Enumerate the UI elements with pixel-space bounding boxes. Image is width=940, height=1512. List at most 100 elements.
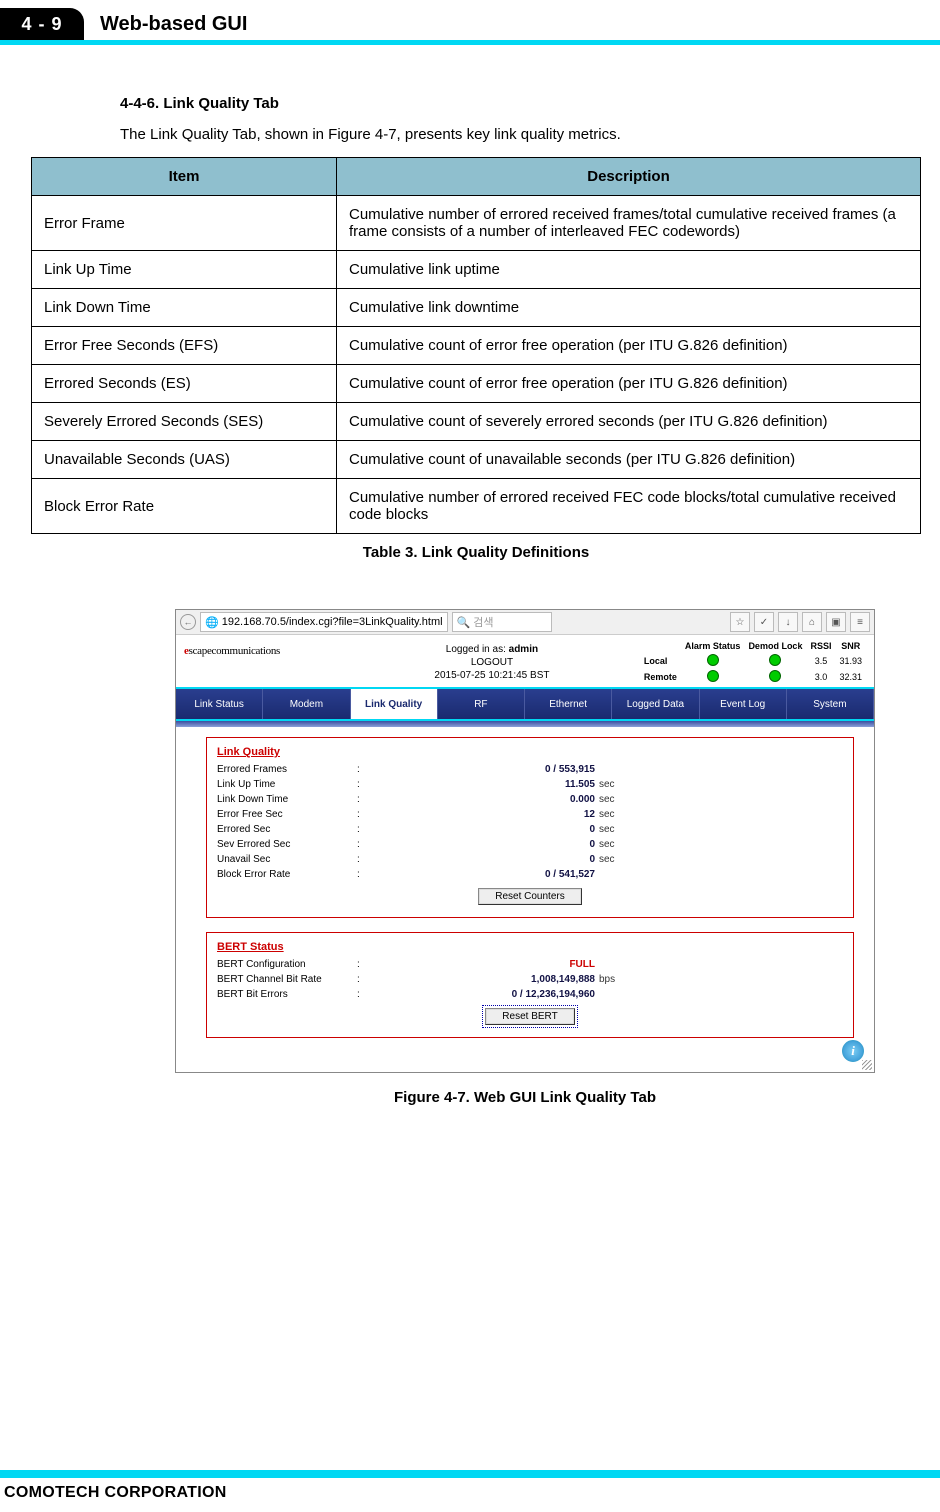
lq-lbl: Link Down Time	[217, 792, 357, 807]
lq-lbl: Link Up Time	[217, 777, 357, 792]
tabs-icon[interactable]: ▣	[826, 612, 846, 632]
star-icon[interactable]: ☆	[730, 612, 750, 632]
lq-val: 0 / 541,527	[375, 867, 595, 882]
lq-val: 12	[375, 807, 595, 822]
tab-system[interactable]: System	[787, 689, 874, 719]
figure-wrap: ← 🌐 192.168.70.5/index.cgi?file=3LinkQua…	[175, 609, 875, 1106]
reset-bert-button[interactable]: Reset BERT	[485, 1008, 574, 1025]
remote-snr: 32.31	[835, 669, 866, 685]
logged-in-label: Logged in as:	[446, 644, 506, 655]
page-footer: COMOTECH CORPORATION	[0, 1470, 940, 1512]
lq-val: 0	[375, 822, 595, 837]
table-row: Severely Errored Seconds (SES)Cumulative…	[32, 403, 921, 441]
lq-val: 0 / 553,915	[375, 762, 595, 777]
lq-unit: sec	[595, 852, 639, 867]
logo-rest: scapecommunications	[189, 645, 280, 657]
led-icon	[769, 670, 781, 682]
browser-frame: ← 🌐 192.168.70.5/index.cgi?file=3LinkQua…	[175, 609, 875, 1073]
info-icon[interactable]: i	[842, 1040, 864, 1062]
url-text: 192.168.70.5/index.cgi?file=3LinkQuality…	[222, 616, 443, 628]
bert-lbl: BERT Channel Bit Rate	[217, 972, 357, 987]
reset-counters-button[interactable]: Reset Counters	[478, 888, 581, 905]
status-col: RSSI	[806, 641, 835, 653]
footer-rule	[0, 1470, 940, 1478]
link-quality-title: Link Quality	[217, 746, 843, 758]
tab-logged-data[interactable]: Logged Data	[612, 689, 699, 719]
lq-val: 0	[375, 852, 595, 867]
def-desc: Cumulative count of error free operation…	[337, 365, 921, 403]
lq-lbl: Errored Frames	[217, 762, 357, 777]
def-item: Link Down Time	[32, 289, 337, 327]
footer-corp: COMOTECH CORPORATION	[0, 1478, 940, 1512]
def-desc: Cumulative count of unavailable seconds …	[337, 441, 921, 479]
def-item: Error Frame	[32, 196, 337, 251]
led-icon	[769, 654, 781, 666]
figure-caption: Figure 4-7. Web GUI Link Quality Tab	[175, 1089, 875, 1106]
lq-unit	[595, 867, 639, 882]
def-desc: Cumulative count of severely errored sec…	[337, 403, 921, 441]
search-bar[interactable]: 🔍 검색	[452, 612, 552, 632]
bert-val: 0 / 12,236,194,960	[375, 987, 595, 1002]
tab-link-status[interactable]: Link Status	[176, 689, 263, 719]
nav-strip: Link Status Modem Link Quality RF Ethern…	[176, 687, 874, 721]
local-snr: 31.93	[835, 653, 866, 669]
tab-ethernet[interactable]: Ethernet	[525, 689, 612, 719]
table-row: Errored Seconds (ES)Cumulative count of …	[32, 365, 921, 403]
def-item: Error Free Seconds (EFS)	[32, 327, 337, 365]
tab-link-quality[interactable]: Link Quality	[351, 689, 438, 719]
lq-lbl: Unavail Sec	[217, 852, 357, 867]
lq-val: 0.000	[375, 792, 595, 807]
lq-val: 11.505	[375, 777, 595, 792]
table-row: Link Down TimeCumulative link downtime	[32, 289, 921, 327]
timestamp: 2015-07-25 10:21:45 BST	[434, 670, 549, 681]
lq-val: 0	[375, 837, 595, 852]
th-item: Item	[32, 158, 337, 196]
logout-link[interactable]: LOGOUT	[471, 657, 513, 668]
lq-lbl: Errored Sec	[217, 822, 357, 837]
bert-unit: bps	[595, 972, 639, 987]
th-desc: Description	[337, 158, 921, 196]
page-header: 4 - 9 Web-based GUI	[0, 0, 940, 40]
def-item: Unavailable Seconds (UAS)	[32, 441, 337, 479]
globe-icon: 🌐	[205, 616, 219, 629]
status-col: Alarm Status	[681, 641, 745, 653]
url-bar[interactable]: 🌐 192.168.70.5/index.cgi?file=3LinkQuali…	[200, 612, 448, 632]
def-desc: Cumulative number of errored received fr…	[337, 196, 921, 251]
bert-unit	[595, 987, 639, 1002]
def-item: Errored Seconds (ES)	[32, 365, 337, 403]
back-icon[interactable]: ←	[180, 614, 196, 630]
lq-unit: sec	[595, 807, 639, 822]
def-desc: Cumulative number of errored received FE…	[337, 479, 921, 534]
lq-unit: sec	[595, 837, 639, 852]
bert-title: BERT Status	[217, 941, 843, 953]
lq-unit: sec	[595, 792, 639, 807]
tab-rf[interactable]: RF	[438, 689, 525, 719]
menu-icon[interactable]: ≡	[850, 612, 870, 632]
login-area: Logged in as: admin LOGOUT 2015-07-25 10…	[350, 641, 634, 682]
search-icon: 🔍	[457, 616, 471, 629]
def-item: Link Up Time	[32, 251, 337, 289]
led-icon	[707, 654, 719, 666]
resize-grip-icon[interactable]	[862, 1060, 872, 1070]
book-icon[interactable]: ✓	[754, 612, 774, 632]
bert-val: 1,008,149,888	[375, 972, 595, 987]
status-col: SNR	[835, 641, 866, 653]
lq-lbl: Error Free Sec	[217, 807, 357, 822]
tab-modem[interactable]: Modem	[263, 689, 350, 719]
led-icon	[707, 670, 719, 682]
table-row: Error Free Seconds (EFS)Cumulative count…	[32, 327, 921, 365]
table-row: Unavailable Seconds (UAS)Cumulative coun…	[32, 441, 921, 479]
lq-unit	[595, 762, 639, 777]
section-intro: The Link Quality Tab, shown in Figure 4-…	[120, 126, 930, 143]
remote-rssi: 3.0	[806, 669, 835, 685]
download-icon[interactable]: ↓	[778, 612, 798, 632]
logo: escapecommunications	[184, 641, 344, 657]
gui-header: escapecommunications Logged in as: admin…	[176, 635, 874, 687]
lq-lbl: Sev Errored Sec	[217, 837, 357, 852]
lq-unit: sec	[595, 822, 639, 837]
home-icon[interactable]: ⌂	[802, 612, 822, 632]
panel-area: Link Quality Errored Frames:0 / 553,915 …	[176, 727, 874, 1072]
bert-lbl: BERT Configuration	[217, 957, 357, 972]
table-caption: Table 3. Link Quality Definitions	[31, 544, 921, 561]
tab-event-log[interactable]: Event Log	[700, 689, 787, 719]
